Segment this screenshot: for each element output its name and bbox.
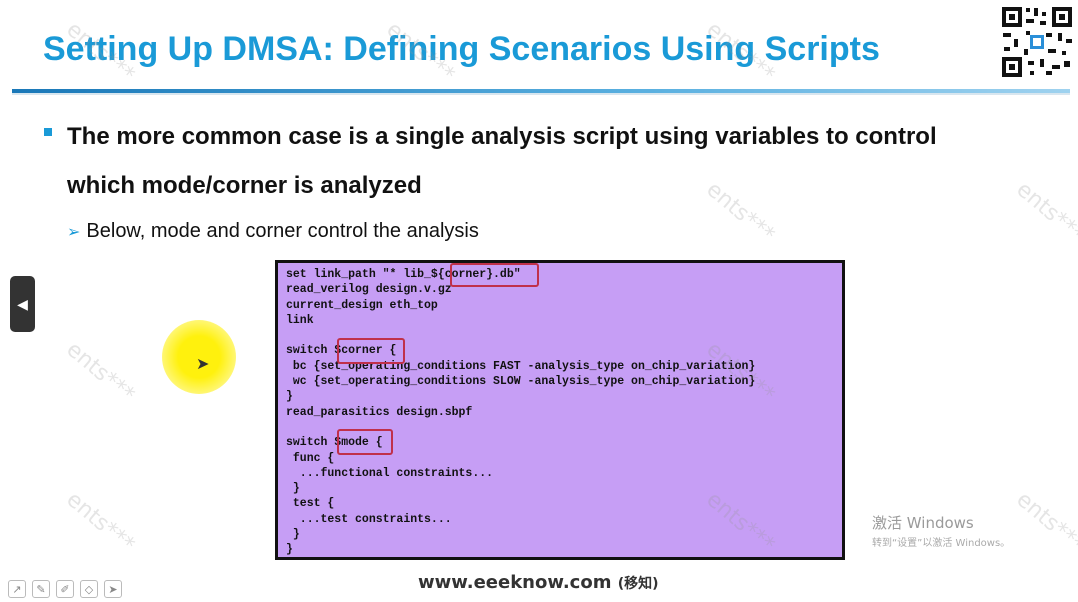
code-line: test { <box>286 497 335 511</box>
watermark: ents*** <box>1011 487 1078 558</box>
code-line: ...test constraints... <box>286 512 452 526</box>
watermark: ents*** <box>61 337 140 408</box>
watermark: ents*** <box>1011 177 1078 248</box>
highlighter-icon[interactable]: ✐ <box>56 580 74 598</box>
title-rule-shadow <box>12 93 1070 95</box>
arrow-right-icon: ➢ <box>67 224 81 241</box>
bullet-marker <box>44 128 52 136</box>
sub-bullet: ➢ Below, mode and corner control the anal… <box>67 220 479 243</box>
activate-windows-title: 激活 Windows <box>872 514 974 532</box>
pen-icon[interactable]: ✎ <box>32 580 50 598</box>
footer-url-text: www.eeeknow.com <box>418 572 612 593</box>
previous-slide-button[interactable]: ◀ <box>10 276 35 332</box>
code-line: func { <box>286 451 335 465</box>
code-line: } <box>286 390 293 404</box>
code-line: ...functional constraints... <box>286 466 494 480</box>
footer-url: www.eeeknow.com (移知) <box>418 572 659 593</box>
mouse-pointer-icon: ➤ <box>196 356 210 373</box>
code-line: link <box>286 313 314 327</box>
footer-tag: (移知) <box>617 576 659 592</box>
code-box: set link_path "* lib_${corner}.db" read_… <box>275 260 845 560</box>
main-bullet-text: The more common case is a single analysi… <box>67 123 937 199</box>
slide-title: Setting Up DMSA: Defining Scenarios Usin… <box>43 30 880 68</box>
code-line: read_verilog design.v.gz <box>286 283 452 297</box>
code-block: set link_path "* lib_${corner}.db" read_… <box>286 267 755 558</box>
code-line: current_design eth_top <box>286 298 438 312</box>
code-line: } <box>286 482 300 496</box>
qr-code-icon <box>1000 5 1074 79</box>
sub-bullet-text: Below, mode and corner control the analy… <box>86 220 479 242</box>
presenter-toolbar: ↗ ✎ ✐ ◇ ➤ <box>8 580 122 598</box>
code-line: } <box>286 528 300 542</box>
code-line: wc {set_operating_conditions SLOW -analy… <box>286 375 756 389</box>
arrow-pointer-icon[interactable]: ↗ <box>8 580 26 598</box>
highlight-corner-lib <box>450 263 539 287</box>
code-line: } <box>286 543 293 557</box>
highlight-corner-switch <box>337 338 405 364</box>
code-line: read_parasitics design.sbpf <box>286 405 473 419</box>
eraser-icon[interactable]: ◇ <box>80 580 98 598</box>
play-left-icon: ◀ <box>17 295 28 312</box>
highlight-mode-switch <box>337 429 393 455</box>
activate-windows-subtitle: 转到“设置”以激活 Windows。 <box>872 538 1011 549</box>
watermark: ents*** <box>61 487 140 558</box>
cursor-icon[interactable]: ➤ <box>104 580 122 598</box>
